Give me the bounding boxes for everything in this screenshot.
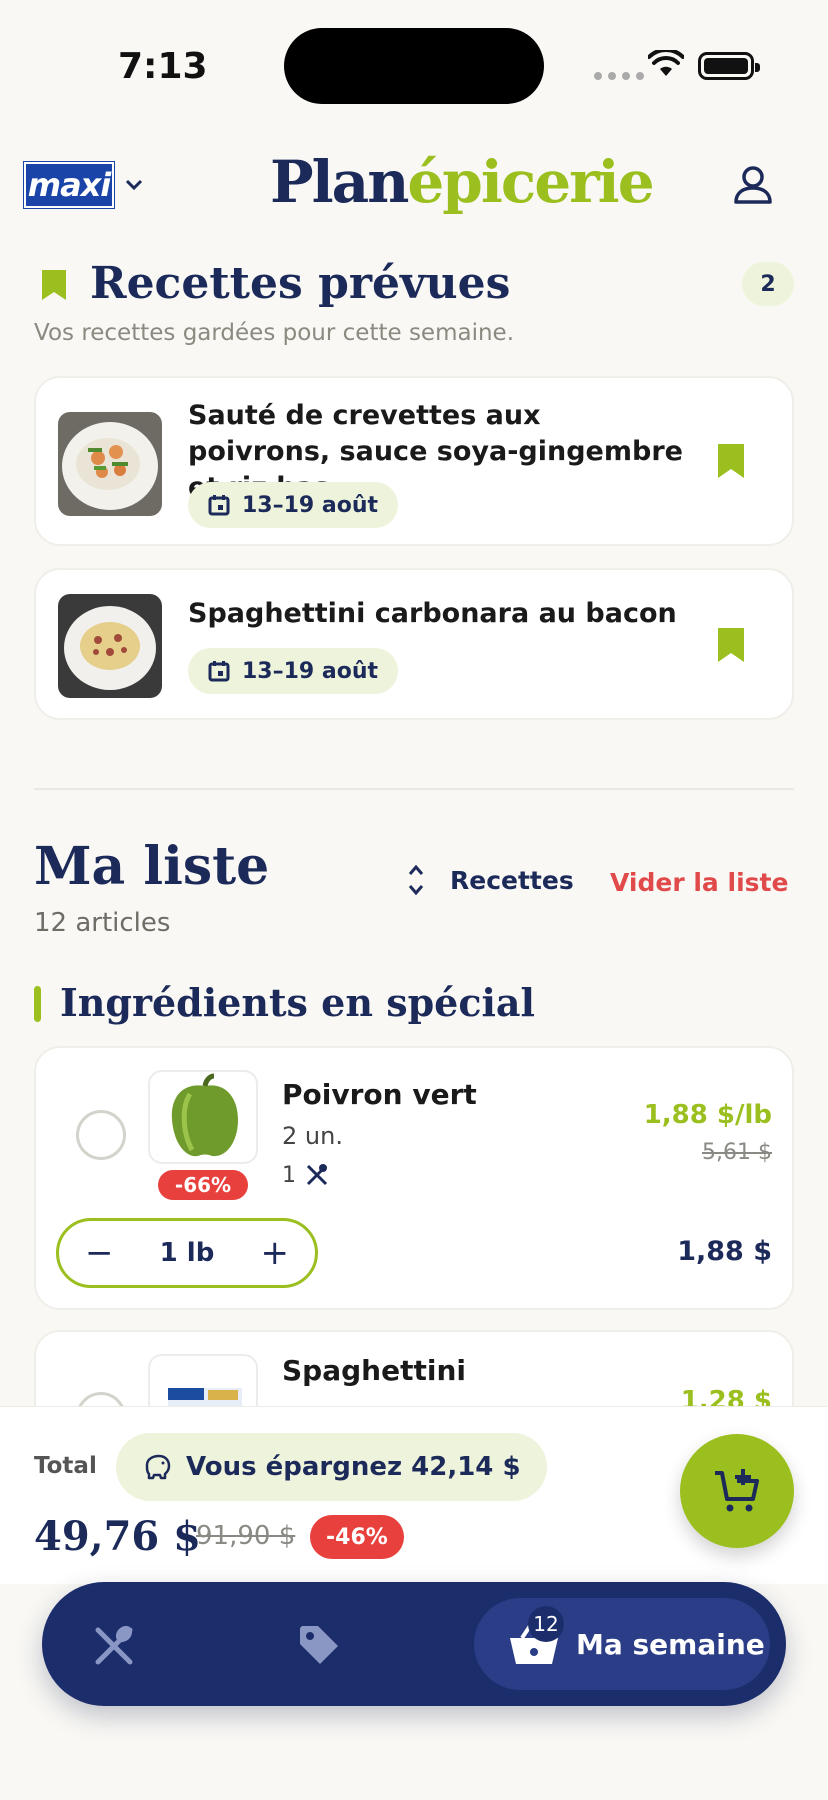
- item-name: Spaghettini: [282, 1354, 466, 1387]
- dynamic-island: [284, 28, 544, 104]
- wifi-icon: [648, 50, 684, 76]
- app-logo-part2: épicerie: [407, 148, 654, 216]
- planned-recipes-title: Recettes prévues: [90, 258, 511, 309]
- item-total: 1,88 $: [677, 1236, 772, 1267]
- app-logo: Planépicerie: [270, 148, 655, 216]
- stepper-value: 1 lb: [159, 1238, 215, 1268]
- bookmark-icon[interactable]: [716, 442, 746, 480]
- list-count: 12 articles: [34, 908, 171, 938]
- item-checkbox[interactable]: [76, 1110, 126, 1160]
- recipe-thumbnail: [58, 594, 162, 698]
- section-divider: [34, 788, 794, 790]
- list-item: -66% Poivron vert 2 un. 1 1,88 $/lb 5,61…: [34, 1046, 794, 1310]
- tab-my-week-label: Ma semaine: [576, 1627, 765, 1661]
- total-old-price: 91,90 $: [196, 1521, 296, 1551]
- date-text: 13–19 août: [242, 492, 379, 518]
- bottom-tab-bar: 12 Ma semaine: [42, 1582, 786, 1706]
- status-time: 7:13: [118, 46, 208, 87]
- item-old-price: 5,61 $: [702, 1140, 772, 1165]
- product-image: [148, 1070, 258, 1164]
- item-quantity: 2 un.: [282, 1122, 343, 1150]
- item-recipe-count: 1: [282, 1162, 296, 1188]
- signal-icon: [594, 72, 644, 80]
- savings-text: Vous épargnez 42,14 $: [186, 1452, 521, 1482]
- increment-button[interactable]: +: [260, 1233, 289, 1273]
- clear-list-button[interactable]: Vider la liste: [610, 868, 788, 897]
- bookmark-icon: [42, 270, 66, 300]
- discount-badge: -66%: [158, 1170, 248, 1200]
- recipe-thumbnail: [58, 412, 162, 516]
- total-label: Total: [34, 1453, 97, 1479]
- sort-label: Recettes: [450, 865, 574, 895]
- basket-icon: 12: [508, 1606, 564, 1666]
- recipe-title: Spaghettini carbonara au bacon: [188, 598, 677, 629]
- item-recipes: 1: [282, 1162, 330, 1188]
- recipe-card[interactable]: Spaghettini carbonara au bacon 13–19 aoû…: [34, 568, 794, 720]
- profile-icon[interactable]: [732, 164, 774, 206]
- recipe-card[interactable]: Sauté de crevettes aux poivrons, sauce s…: [34, 376, 794, 546]
- store-selector[interactable]: maxi: [24, 162, 144, 208]
- piggy-bank-icon: [145, 1454, 171, 1480]
- cart-plus-icon: [715, 1469, 759, 1512]
- quantity-stepper: − 1 lb +: [56, 1218, 318, 1288]
- planned-recipes-subtitle: Vos recettes gardées pour cette semaine.: [34, 320, 515, 346]
- item-name: Poivron vert: [282, 1078, 477, 1111]
- utensils-icon: [306, 1164, 328, 1186]
- deals-tab-icon[interactable]: [296, 1622, 342, 1668]
- calendar-icon: [208, 661, 230, 682]
- sort-chevrons-icon: [408, 864, 424, 896]
- total-discount-badge: -46%: [310, 1515, 404, 1559]
- item-unit-price: 1,88 $/lb: [643, 1100, 772, 1130]
- store-logo: maxi: [24, 162, 114, 208]
- bookmark-icon[interactable]: [716, 626, 746, 664]
- add-to-cart-button[interactable]: [680, 1434, 794, 1548]
- basket-count-badge: 12: [528, 1606, 564, 1642]
- date-text: 13–19 août: [242, 658, 379, 684]
- decrement-button[interactable]: −: [85, 1233, 114, 1273]
- status-bar: 7:13: [0, 0, 828, 120]
- sort-button[interactable]: Recettes: [406, 862, 574, 898]
- list-title: Ma liste: [34, 836, 270, 897]
- savings-badge: Vous épargnez 42,14 $: [116, 1433, 547, 1501]
- tab-my-week[interactable]: 12 Ma semaine: [474, 1598, 770, 1690]
- chevron-down-icon: [125, 179, 143, 191]
- date-badge: 13–19 août: [188, 648, 399, 694]
- total-price: 49,76 $: [34, 1513, 202, 1560]
- section-accent: [34, 986, 41, 1022]
- app-logo-part1: Plan: [270, 148, 409, 216]
- recipes-tab-icon[interactable]: [92, 1622, 136, 1666]
- calendar-icon: [208, 495, 230, 516]
- date-badge: 13–19 août: [188, 482, 399, 528]
- planned-count-badge: 2: [742, 262, 794, 306]
- battery-icon: [698, 52, 760, 80]
- specials-section-title: Ingrédients en spécial: [60, 980, 535, 1025]
